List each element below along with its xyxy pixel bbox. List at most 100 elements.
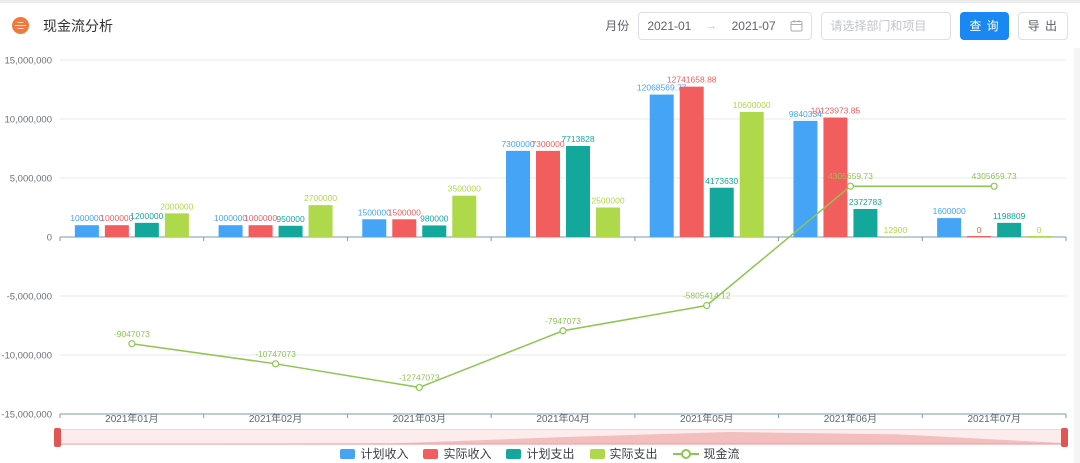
bar-value-label: 1198809 (993, 211, 1026, 221)
bar-value-label: 12741658.88 (667, 75, 717, 85)
y-axis-label: -5,000,000 (7, 292, 52, 303)
bar[interactable] (883, 237, 907, 238)
bar-value-label: 0 (1037, 225, 1042, 235)
bar[interactable] (309, 205, 333, 237)
date-start-value[interactable]: 2021-01 (647, 19, 691, 33)
legend-label: 实际支出 (610, 445, 658, 462)
bar-value-label: 10123973.85 (811, 106, 861, 116)
bar-value-label: 1600000 (933, 206, 966, 216)
x-axis-label: 2021年01月 (105, 412, 158, 423)
bar[interactable] (392, 219, 416, 237)
bar-value-label: 3500000 (448, 184, 481, 194)
bar[interactable] (506, 151, 530, 237)
vertical-scrollbar[interactable] (1074, 48, 1080, 463)
legend-label: 计划支出 (526, 445, 574, 462)
bar-value-label: 10600000 (733, 100, 771, 110)
legend-item-planned-income[interactable]: 计划收入 (340, 445, 408, 462)
bar[interactable] (135, 223, 159, 237)
bar[interactable] (362, 219, 386, 237)
legend-item-cashflow[interactable]: 现金流 (673, 445, 740, 462)
line-value-label: -9047073 (114, 329, 150, 339)
bar-value-label: 4173630 (705, 176, 738, 186)
line-value-label: 4305659.73 (828, 171, 873, 181)
actual-expense-swatch (590, 449, 605, 459)
y-axis-label: 15,000,000 (4, 56, 52, 67)
datazoom-data-shadow (57, 430, 1067, 445)
bar-value-label: 7300000 (501, 139, 534, 149)
line-marker[interactable] (704, 303, 710, 309)
bar[interactable] (536, 151, 560, 237)
x-axis-label: 2021年07月 (967, 412, 1020, 423)
line-marker[interactable] (416, 384, 422, 390)
date-range-arrow-icon: → (706, 20, 717, 32)
bar[interactable] (853, 209, 877, 237)
bar[interactable] (279, 226, 303, 237)
bar[interactable] (997, 223, 1021, 237)
datazoom-slider[interactable] (56, 429, 1066, 444)
bar-value-label: 2372783 (849, 197, 882, 207)
actual-income-swatch (423, 449, 438, 459)
legend-label: 现金流 (704, 445, 740, 462)
bar[interactable] (105, 225, 129, 237)
department-project-select[interactable] (821, 12, 951, 40)
legend-item-actual-expense[interactable]: 实际支出 (590, 445, 658, 462)
bar[interactable] (650, 95, 674, 237)
bar-value-label: 7713828 (561, 134, 594, 144)
bar-value-label: 1200000 (130, 211, 163, 221)
bar-value-label: 7300000 (531, 139, 564, 149)
y-axis-label: -15,000,000 (1, 410, 52, 421)
cashflow-line-legend-icon (673, 449, 699, 459)
date-end-value[interactable]: 2021-07 (732, 19, 776, 33)
bar-value-label: 2000000 (160, 201, 193, 211)
page-header: 现金流分析 月份 2021-01 → 2021-07 查 询 导 出 (0, 3, 1080, 48)
bar[interactable] (452, 196, 476, 237)
query-button[interactable]: 查 询 (960, 12, 1008, 40)
y-axis-label: -10,000,000 (1, 351, 52, 362)
export-button[interactable]: 导 出 (1018, 12, 1068, 40)
bar[interactable] (165, 213, 189, 237)
planned-income-swatch (340, 449, 355, 459)
cashflow-chart[interactable]: 15,000,00010,000,0005,000,0000-5,000,000… (0, 48, 1080, 423)
bar[interactable] (566, 146, 590, 237)
bar[interactable] (219, 225, 243, 237)
date-range-picker[interactable]: 2021-01 → 2021-07 (638, 12, 812, 40)
line-marker[interactable] (273, 361, 279, 367)
bar[interactable] (793, 121, 817, 237)
bar[interactable] (740, 112, 764, 237)
legend-item-actual-income[interactable]: 实际收入 (423, 445, 491, 462)
bar[interactable] (75, 225, 99, 237)
month-label: 月份 (605, 17, 629, 34)
calendar-icon (790, 19, 803, 32)
bar[interactable] (596, 208, 620, 238)
line-marker[interactable] (560, 328, 566, 334)
legend-item-planned-expense[interactable]: 计划支出 (506, 445, 574, 462)
query-toolbar: 月份 2021-01 → 2021-07 查 询 导 出 (605, 12, 1068, 40)
line-marker[interactable] (129, 341, 135, 347)
line-marker[interactable] (991, 183, 997, 189)
legend-label: 实际收入 (443, 445, 491, 462)
bar[interactable] (422, 225, 446, 237)
x-axis-label: 2021年04月 (536, 412, 589, 423)
x-axis-label: 2021年03月 (393, 412, 446, 423)
bar[interactable] (249, 225, 273, 237)
bar-value-label: 1000000 (214, 213, 247, 223)
x-axis-label: 2021年02月 (249, 412, 302, 423)
line-marker[interactable] (847, 183, 853, 189)
bar-value-label: 1000000 (244, 213, 277, 223)
bar[interactable] (967, 236, 991, 237)
bar-value-label: 1500000 (358, 207, 391, 217)
page-title: 现金流分析 (43, 16, 113, 36)
bar[interactable] (710, 188, 734, 237)
bar-value-label: 2500000 (591, 196, 624, 206)
bar[interactable] (680, 87, 704, 237)
chart-legend: 计划收入 实际收入 计划支出 实际支出 现金流 (0, 445, 1080, 462)
line-value-label: -5805414.12 (683, 291, 731, 301)
bar-value-label: 2700000 (304, 193, 337, 203)
bar-value-label: 12900 (884, 225, 908, 235)
bar[interactable] (937, 218, 961, 237)
bar-value-label: 950000 (276, 214, 305, 224)
line-value-label: -12747073 (399, 372, 440, 382)
line-value-label: 4305659.73 (972, 171, 1017, 181)
app-logo-icon (12, 17, 29, 34)
bar[interactable] (1027, 236, 1051, 237)
